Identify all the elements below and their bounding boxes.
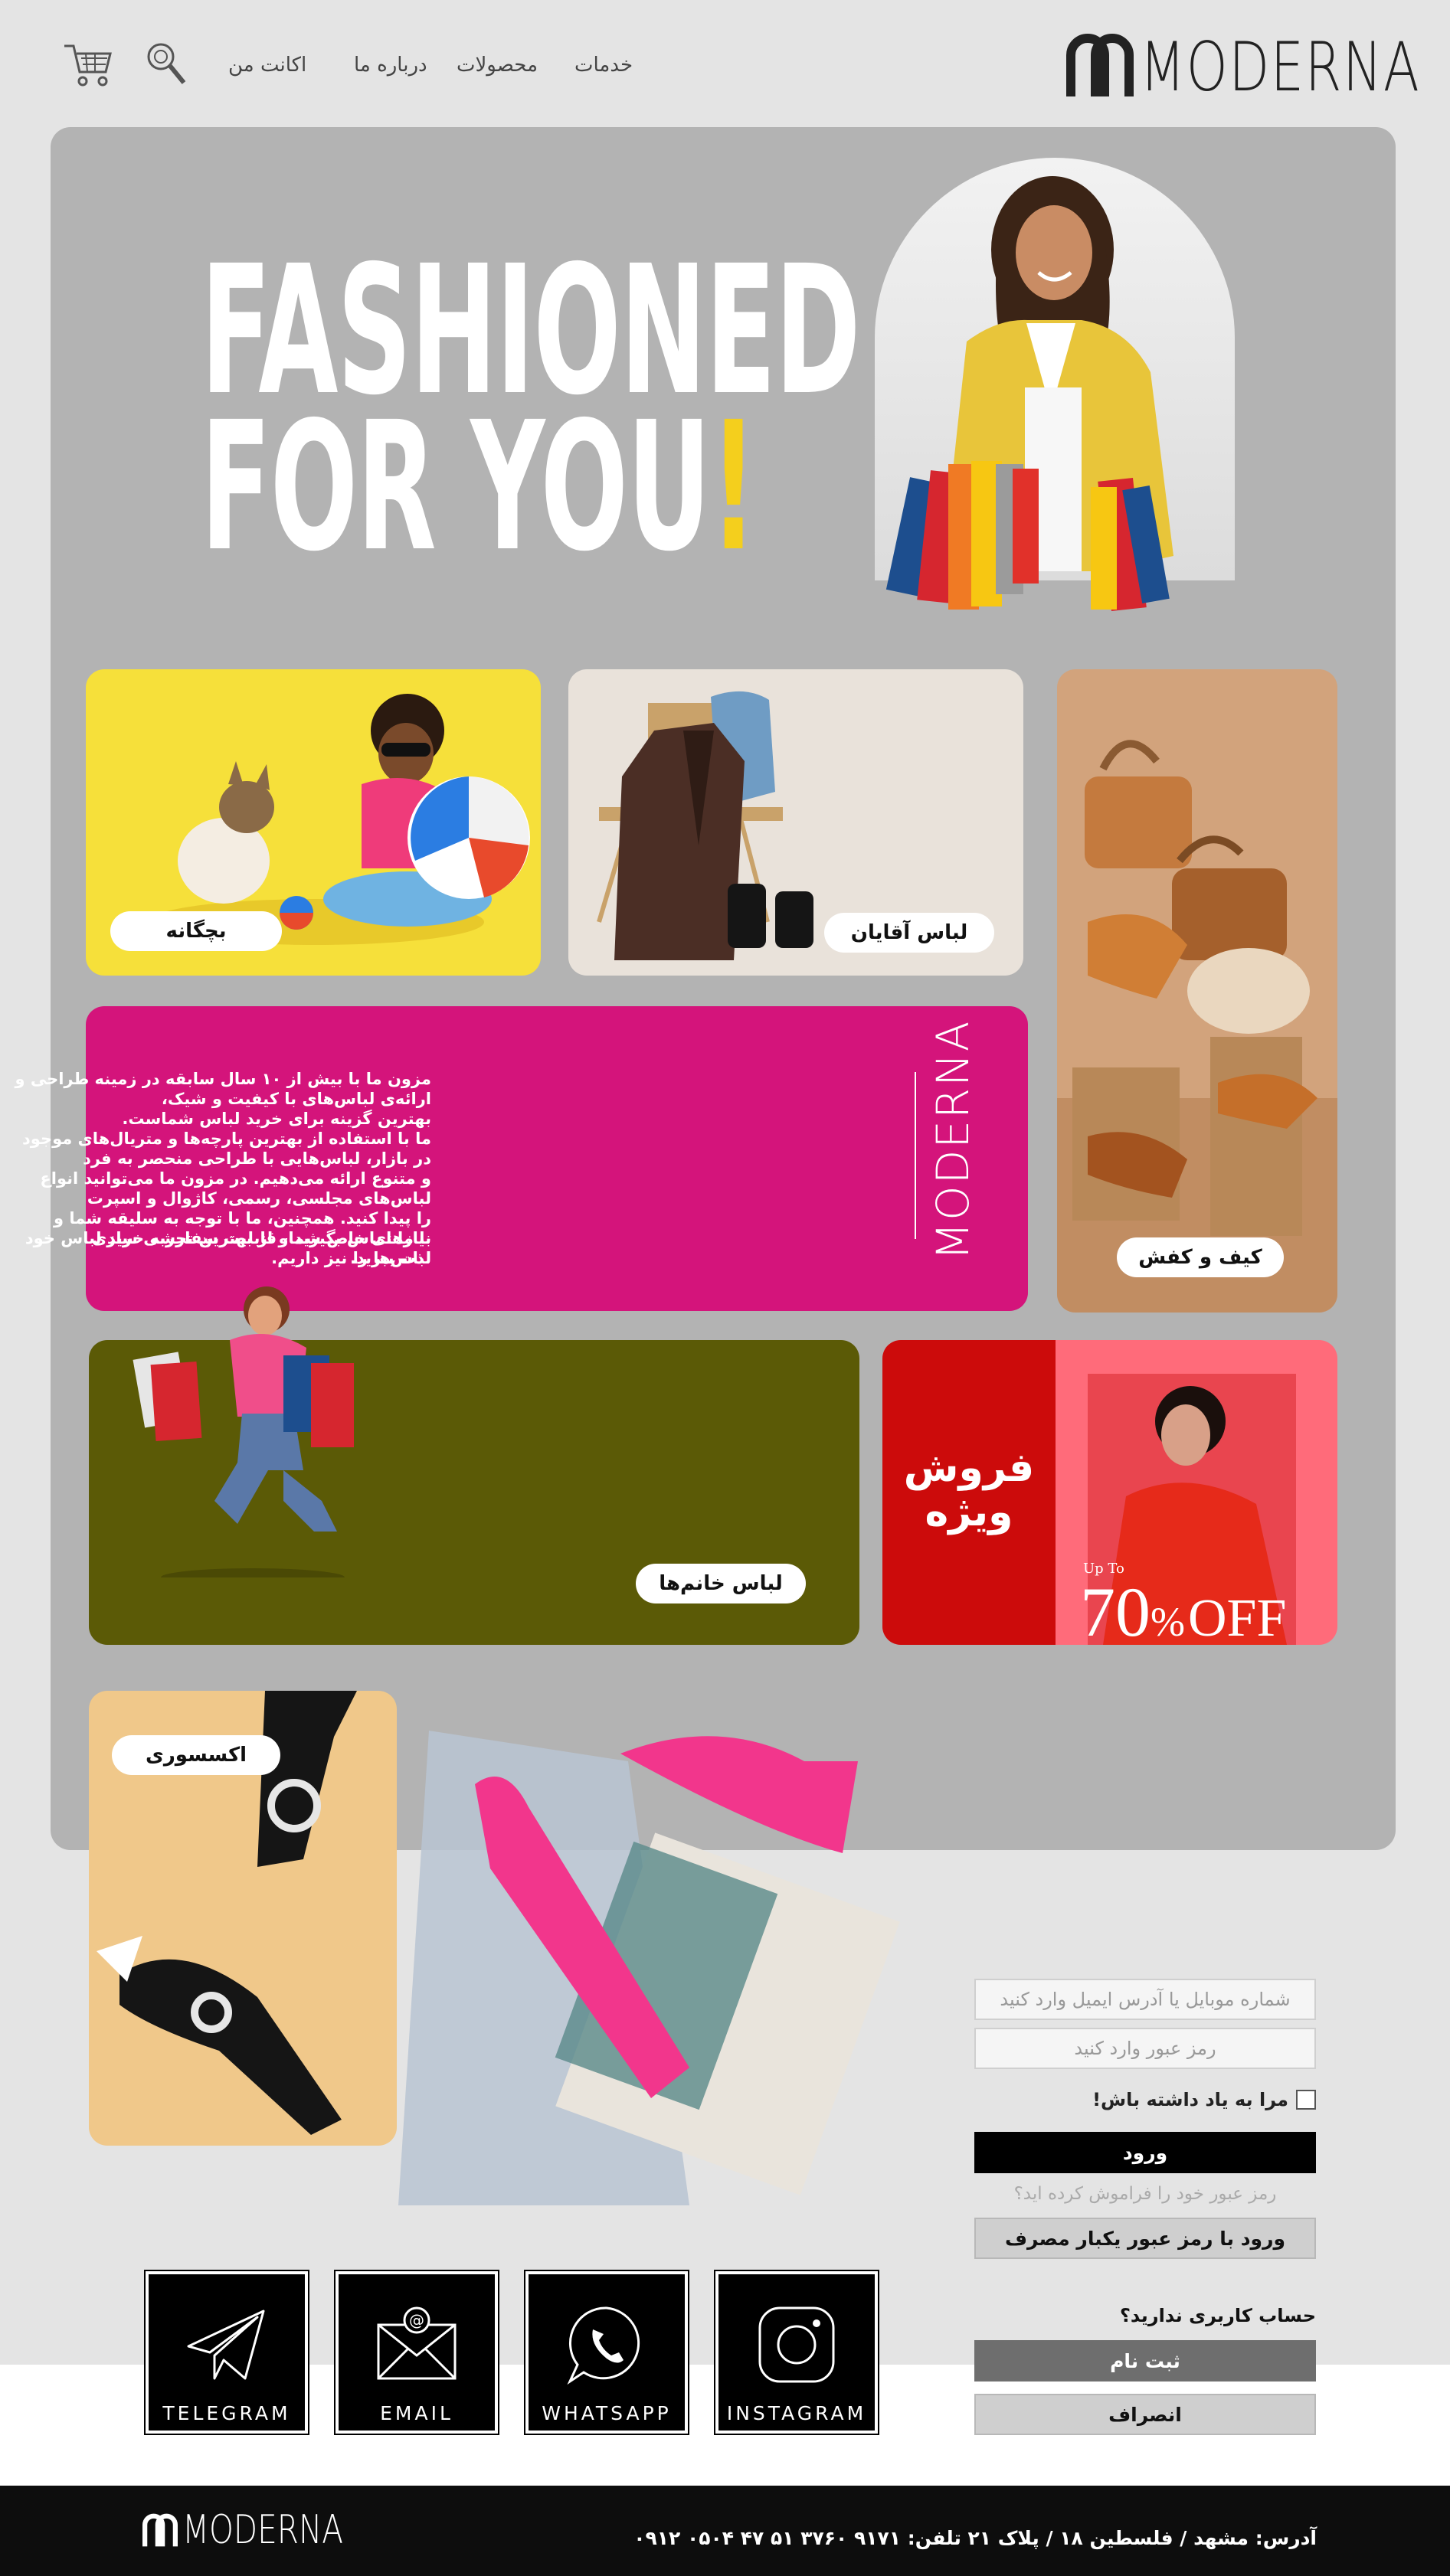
cart-icon[interactable] xyxy=(63,41,113,89)
sale-card[interactable]: فروش ویژه Up To 70% OFF xyxy=(882,1340,1337,1645)
sale-title: فروش ویژه xyxy=(882,1446,1056,1535)
men-label[interactable]: لباس آقایان xyxy=(824,913,994,953)
bags-shoes-label[interactable]: کیف و کفش xyxy=(1117,1237,1284,1277)
sale-percent-value: 70 xyxy=(1080,1573,1151,1645)
headline-line-2-text: FOR YOU xyxy=(201,384,711,590)
sale-off-text: OFF xyxy=(1187,1589,1287,1645)
email-label: EMAIL xyxy=(380,2402,453,2424)
password-input[interactable]: رمز عبور وارد کنید xyxy=(974,2028,1316,2069)
cancel-button[interactable]: انصراف xyxy=(974,2394,1316,2435)
instagram-icon xyxy=(758,2306,835,2383)
brand-logo-text[interactable]: MODERNA xyxy=(1140,28,1420,106)
nav-account[interactable]: اکانت من xyxy=(228,54,306,77)
about-line: و متنوع ارائه می‌دهیم. در مزون ما می‌توا… xyxy=(40,1169,431,1208)
category-card-men[interactable]: لباس آقایان xyxy=(568,669,1023,976)
brand-logo-icon[interactable] xyxy=(1066,32,1134,98)
category-card-kids[interactable]: بچگانه xyxy=(86,669,541,976)
women-image xyxy=(133,1286,354,1577)
sale-percentage: 70% OFF xyxy=(1080,1571,1286,1645)
svg-text:@: @ xyxy=(409,2311,424,2329)
instagram-button[interactable]: INSTAGRAM xyxy=(714,2270,879,2435)
telegram-icon xyxy=(187,2310,265,2380)
sale-title-line-1: فروش xyxy=(903,1445,1035,1491)
about-divider xyxy=(915,1072,916,1239)
register-button[interactable]: ثبت نام xyxy=(974,2340,1316,2381)
footer-logo-text[interactable]: MODERNA xyxy=(182,2507,343,2553)
email-button[interactable]: @ EMAIL xyxy=(334,2270,499,2435)
sale-percent-sign: % xyxy=(1151,1599,1185,1645)
category-card-accessories[interactable]: اکسسوری xyxy=(89,1691,397,2146)
whatsapp-button[interactable]: WHATSAPP xyxy=(524,2270,689,2435)
whatsapp-label: WHATSAPP xyxy=(542,2402,672,2424)
forgot-password-link[interactable]: رمز عبور خود را فراموش کرده اید؟ xyxy=(974,2184,1316,2204)
nav-products[interactable]: محصولات xyxy=(457,54,538,77)
nav-services[interactable]: خدمات xyxy=(574,54,633,77)
telegram-label: TELEGRAM xyxy=(162,2402,291,2424)
sale-title-line-2: ویژه xyxy=(925,1489,1013,1535)
about-line: ما با استفاده از بهترین پارچه‌ها و متریا… xyxy=(22,1129,431,1168)
accessories-label[interactable]: اکسسوری xyxy=(112,1735,280,1775)
email-icon: @ xyxy=(377,2306,457,2380)
about-paragraph-1: مزون ما با بیش از ۱۰ سال سابقه در زمینه … xyxy=(0,1069,431,1129)
headline-exclamation: ! xyxy=(709,384,757,590)
instagram-label: INSTAGRAM xyxy=(726,2402,867,2424)
whatsapp-icon xyxy=(567,2306,640,2385)
women-label[interactable]: لباس خانم‌ها xyxy=(636,1564,806,1603)
bags-shoes-image xyxy=(1057,740,1337,1313)
about-line: بهترین گزینه برای خرید لباس شماست. xyxy=(122,1110,431,1128)
telegram-button[interactable]: TELEGRAM xyxy=(144,2270,309,2435)
login-button[interactable]: ورود xyxy=(974,2132,1316,2173)
search-icon[interactable] xyxy=(146,41,187,86)
remember-checkbox[interactable] xyxy=(1296,2090,1316,2110)
about-brand-vertical: MODERNA xyxy=(927,1019,979,1260)
about-line: مزون ما با بیش از ۱۰ سال سابقه در زمینه … xyxy=(15,1070,431,1108)
about-paragraph-3: با ما تماس بگیرید و از بهترین تجربه خرید… xyxy=(25,1229,431,1267)
footer-address-phone: آدرس: مشهد / فلسطین ۱۸ / پلاک ۲۱ تلفن: ۹… xyxy=(633,2527,1317,2549)
otp-login-button[interactable]: ورود با رمز عبور یکبار مصرف xyxy=(974,2218,1316,2259)
remember-label: مرا به یاد داشته باش! xyxy=(1092,2089,1288,2110)
footer-logo-icon[interactable] xyxy=(142,2512,178,2548)
nav-about[interactable]: درباره ما xyxy=(354,54,427,77)
no-account-text: حساب کاربری ندارید؟ xyxy=(1120,2305,1316,2326)
shoes-collage-image xyxy=(398,1731,900,2205)
remember-me[interactable]: مرا به یاد داشته باش! xyxy=(988,2086,1316,2113)
hero-headline: FASHIONED FOR YOU! xyxy=(201,242,861,576)
kids-label[interactable]: بچگانه xyxy=(110,911,282,951)
category-card-bags-shoes[interactable]: کیف و کفش xyxy=(1057,669,1337,1313)
hero-model-image xyxy=(875,158,1235,611)
username-input[interactable]: شماره موبایل یا آدرس ایمیل وارد کنید xyxy=(974,1979,1316,2020)
